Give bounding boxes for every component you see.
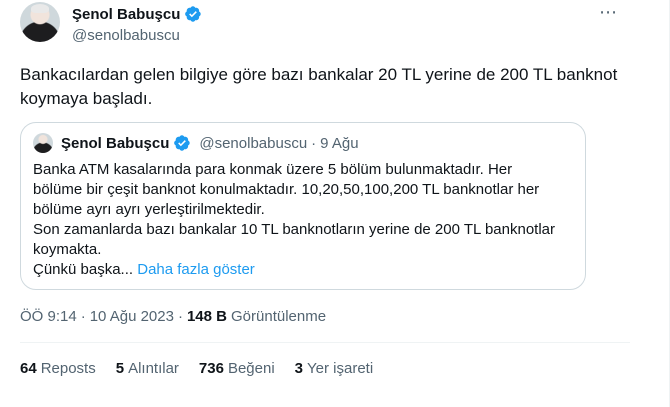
stat-count: 5 xyxy=(115,360,125,377)
quote-body: Banka ATM kasalarında para konmak üzere … xyxy=(33,160,573,280)
author-block: Şenol Babuşcu @senolbabuscu xyxy=(72,4,202,47)
tweet-text: Bankacılardan gelen bilgiye göre bazı ba… xyxy=(20,65,618,108)
quoted-tweet[interactable]: Şenol Babuşcu @senolbabuscu · 9 Ağu Bank… xyxy=(20,122,586,290)
stat-count: 64 xyxy=(20,360,37,377)
stat-label: Beğeni xyxy=(227,360,275,377)
quote-author-handle: @senolbabuscu xyxy=(199,134,308,152)
stat-bookmarks[interactable]: 3 Yer işareti xyxy=(295,360,374,377)
stat-count: 736 xyxy=(198,360,224,377)
avatar[interactable] xyxy=(20,2,60,42)
tweet-time[interactable]: ÖÖ 9:14 xyxy=(20,308,77,325)
meta-separator: · xyxy=(80,308,86,325)
stat-count: 3 xyxy=(294,360,304,377)
quote-date[interactable]: 9 Ağu xyxy=(320,135,358,152)
stat-label: Alıntılar xyxy=(128,360,179,377)
stat-label: Yer işareti xyxy=(307,360,374,377)
stat-quotes[interactable]: 5 Alıntılar xyxy=(116,360,179,377)
views-count: 148 B xyxy=(186,308,227,325)
engagement-stats: 64 Reposts 5 Alıntılar 736 Beğeni 3 Yer … xyxy=(20,360,373,377)
quote-verified-badge-icon xyxy=(174,135,191,151)
show-more-link[interactable]: Daha fazla göster xyxy=(137,261,255,278)
verified-badge-icon xyxy=(185,6,202,22)
tweet-meta: ÖÖ 9:14 · 10 Ağu 2023 · 148 B Görüntülen… xyxy=(20,308,326,325)
quote-author-name: Şenol Babuşcu xyxy=(61,134,170,152)
author-name[interactable]: Şenol Babuşcu xyxy=(72,6,180,23)
quote-avatar xyxy=(33,133,53,153)
quote-separator: · xyxy=(311,134,317,152)
tweet-date[interactable]: 10 Ağu 2023 xyxy=(90,308,174,325)
stat-label: Reposts xyxy=(40,360,96,377)
stat-reposts[interactable]: 64 Reposts xyxy=(20,360,96,377)
more-options-icon[interactable]: ⋯ xyxy=(599,3,618,21)
views-label: Görüntülenme xyxy=(231,308,327,325)
divider xyxy=(20,342,630,343)
author-handle[interactable]: @senolbabuscu xyxy=(72,27,202,47)
stat-likes[interactable]: 736 Beğeni xyxy=(199,360,275,377)
quote-body-text: Banka ATM kasalarında para konmak üzere … xyxy=(33,161,556,278)
meta-separator: · xyxy=(177,308,183,325)
